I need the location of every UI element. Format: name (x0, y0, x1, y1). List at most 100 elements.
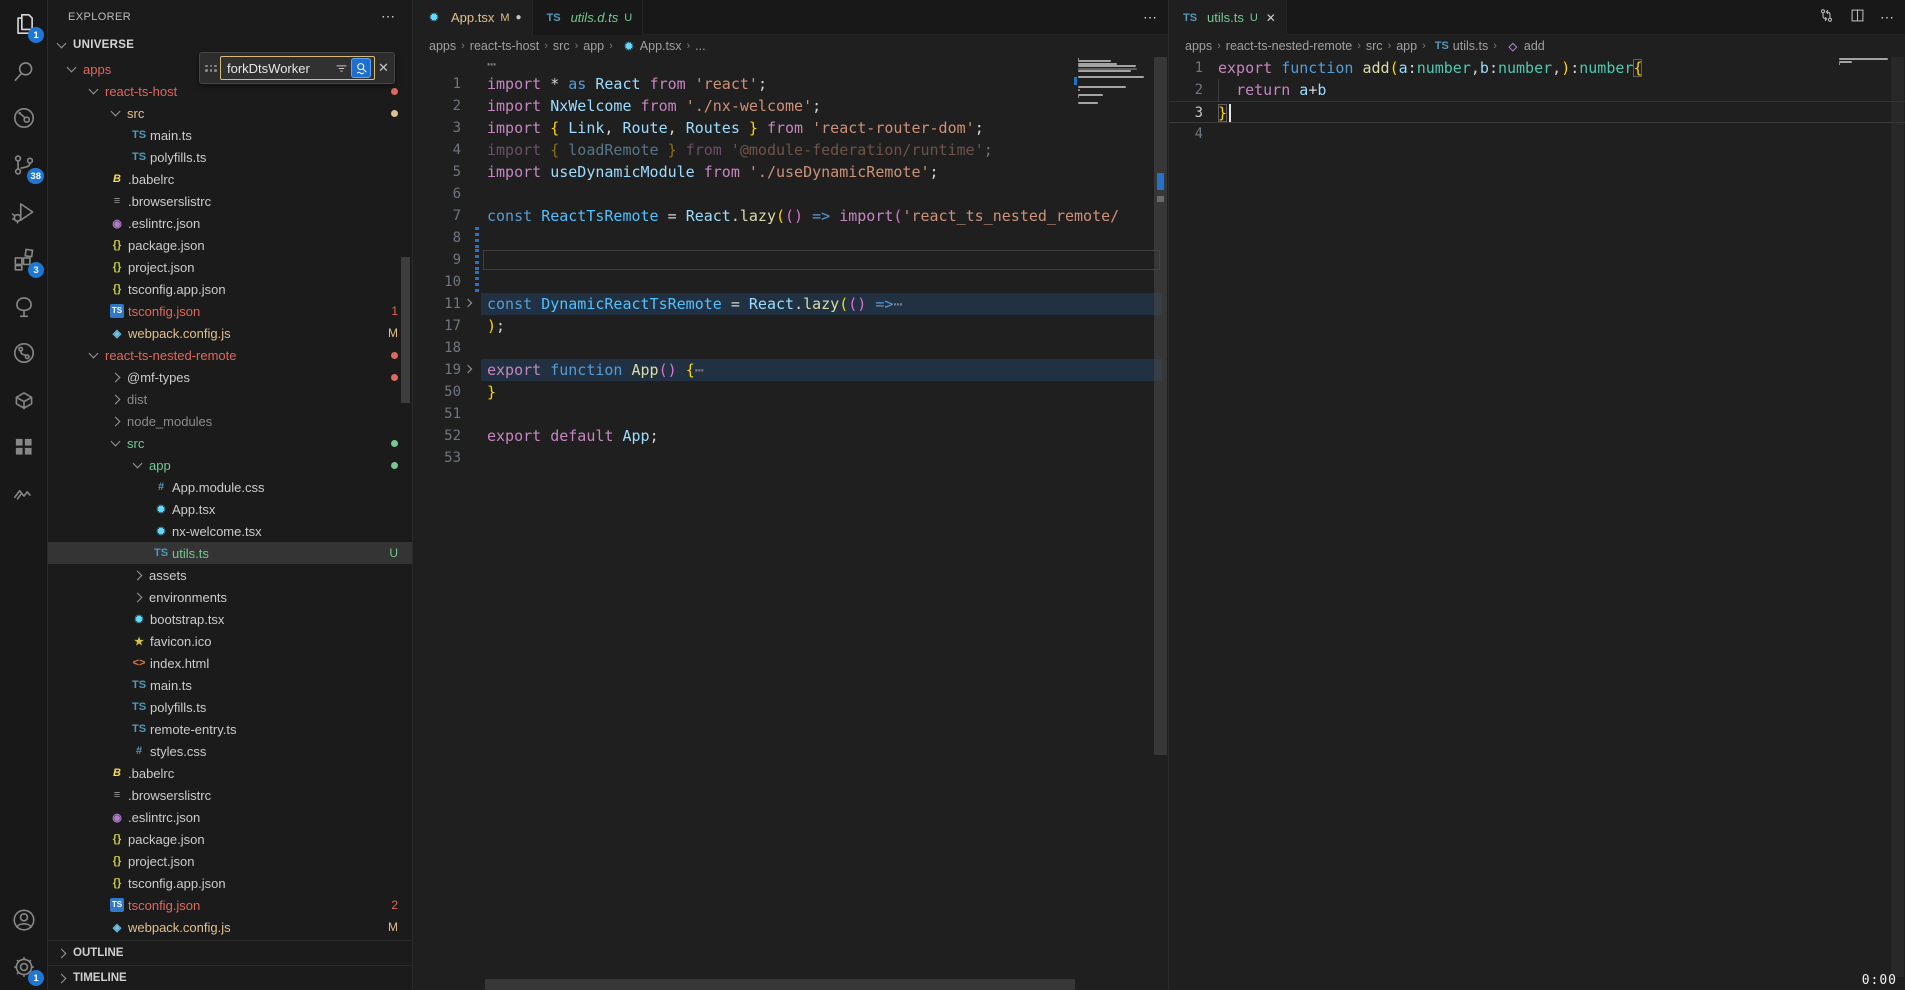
activity-run-debug-icon[interactable] (0, 188, 48, 235)
sidebar-scrollbar[interactable] (401, 257, 410, 403)
recording-timer: 0:00 (1862, 973, 1897, 988)
tree-file-App.tsx[interactable]: ✹App.tsx (48, 498, 412, 520)
activity-git-graph-icon[interactable] (0, 329, 48, 376)
code-line-4: 4import { loadRemote } from '@module-fed… (413, 139, 1168, 161)
section-outline[interactable]: OUTLINE (48, 940, 412, 965)
activity-grid-tool-icon[interactable] (0, 423, 48, 470)
tree-file-.eslintrc.json[interactable]: ◉.eslintrc.json (48, 806, 412, 828)
tree-item-label: tsconfig.json (128, 898, 200, 913)
tab-utils.ts[interactable]: TSutils.tsU✕ (1169, 0, 1287, 35)
breadcrumb-item-react-ts-host[interactable]: react-ts-host (470, 39, 539, 53)
tab-App.tsx[interactable]: ✹App.tsxM● (413, 0, 533, 35)
tree-file-main.ts[interactable]: TSmain.ts (48, 124, 412, 146)
tree-folder-src[interactable]: src (48, 102, 412, 124)
chevron-right-icon (133, 570, 143, 580)
tree-file-index.html[interactable]: <>index.html (48, 652, 412, 674)
tree-folder-environments[interactable]: environments (48, 586, 412, 608)
tree-find-box (220, 56, 375, 80)
activity-cube-tool-icon[interactable] (0, 376, 48, 423)
code-editor-utils-ts[interactable]: 1export function add(a:number,b:number,)… (1169, 57, 1905, 990)
tree-file-tsconfig.app.json[interactable]: {}tsconfig.app.json (48, 278, 412, 300)
breadcrumb[interactable]: apps›react-ts-host›src›app›✹App.tsx›... (413, 35, 1168, 57)
tree-find-input[interactable] (227, 61, 331, 76)
breadcrumb-item-src[interactable]: src (1366, 39, 1383, 53)
tree-file-bootstrap.tsx[interactable]: ✹bootstrap.tsx (48, 608, 412, 630)
vertical-scrollbar[interactable] (1891, 57, 1904, 977)
tree-file-webpack.config.js[interactable]: ◈webpack.config.jsM (48, 916, 412, 938)
tree-file-tsconfig.json[interactable]: TStsconfig.json1 (48, 300, 412, 322)
tree-folder-@mf-types[interactable]: @mf-types (48, 366, 412, 388)
breadcrumb-separator: › (461, 40, 465, 52)
breadcrumb-item-app[interactable]: app (1396, 39, 1417, 53)
tree-file-.browserslistrc[interactable]: ≡.browserslistrc (48, 190, 412, 212)
drag-grip-icon[interactable] (204, 65, 218, 72)
tree-file-tsconfig.app.json[interactable]: {}tsconfig.app.json (48, 872, 412, 894)
tree-file-.browserslistrc[interactable]: ≡.browserslistrc (48, 784, 412, 806)
tree-item-label: polyfills.ts (150, 700, 206, 715)
activity-squiggle-tool-icon[interactable] (0, 470, 48, 517)
tree-folder-src[interactable]: src (48, 432, 412, 454)
tree-file-main.ts[interactable]: TSmain.ts (48, 674, 412, 696)
tree-folder-app[interactable]: app (48, 454, 412, 476)
tab-utils.d.ts[interactable]: TSutils.d.tsU (533, 0, 644, 35)
editor-more-actions-icon[interactable]: ⋯ (1880, 9, 1895, 26)
activity-explorer-icon[interactable]: 1 (0, 0, 48, 47)
tree-folder-assets[interactable]: assets (48, 564, 412, 586)
breadcrumb-item-...[interactable]: ... (695, 39, 705, 53)
tree-file-App.module.css[interactable]: #App.module.css (48, 476, 412, 498)
tree-file-favicon.ico[interactable]: ★favicon.ico (48, 630, 412, 652)
activity-accounts-icon[interactable] (0, 896, 48, 943)
tree-file-.eslintrc.json[interactable]: ◉.eslintrc.json (48, 212, 412, 234)
tab-bar-left: ✹App.tsxM●TSutils.d.tsU ⋯ (413, 0, 1168, 35)
tree-folder-dist[interactable]: dist (48, 388, 412, 410)
breadcrumb-item-utils.ts[interactable]: TSutils.ts (1431, 39, 1488, 53)
close-icon[interactable]: ✕ (378, 60, 390, 76)
split-editor-icon[interactable] (1849, 7, 1866, 29)
dirty-indicator-icon[interactable]: ● (516, 12, 522, 23)
activity-circle-tool-icon[interactable] (0, 94, 48, 141)
fold-chevron-icon[interactable] (464, 299, 472, 307)
breadcrumb-item-App.tsx[interactable]: ✹App.tsx (618, 39, 682, 53)
breadcrumb[interactable]: apps›react-ts-nested-remote›src›app›TSut… (1169, 35, 1905, 57)
tree-file-remote-entry.ts[interactable]: TSremote-entry.ts (48, 718, 412, 740)
breadcrumb-item-react-ts-nested-remote[interactable]: react-ts-nested-remote (1226, 39, 1352, 53)
breadcrumb-item-apps[interactable]: apps (429, 39, 456, 53)
breadcrumb-item-src[interactable]: src (553, 39, 570, 53)
tree-file-tsconfig.json[interactable]: TStsconfig.json2 (48, 894, 412, 916)
section-timeline[interactable]: TIMELINE (48, 965, 412, 990)
code-line-7: 7const ReactTsRemote = React.lazy(() => … (413, 205, 1168, 227)
tree-folder-node_modules[interactable]: node_modules (48, 410, 412, 432)
tree-file-nx-welcome.tsx[interactable]: ✹nx-welcome.tsx (48, 520, 412, 542)
tree-file-styles.css[interactable]: #styles.css (48, 740, 412, 762)
tree-file-package.json[interactable]: {}package.json (48, 234, 412, 256)
activity-tree-view-icon[interactable] (0, 282, 48, 329)
tree-folder-react-ts-nested-remote[interactable]: react-ts-nested-remote (48, 344, 412, 366)
tree-file-utils.ts[interactable]: TSutils.tsU (48, 542, 412, 564)
code-editor-app-tsx[interactable]: ⋯1import * as React from 'react';2import… (413, 57, 1168, 990)
fold-chevron-icon[interactable] (464, 365, 472, 373)
tree-file-project.json[interactable]: {}project.json (48, 256, 412, 278)
breadcrumb-item-app[interactable]: app (583, 39, 604, 53)
activity-search-icon[interactable] (0, 47, 48, 94)
activity-source-control-icon[interactable]: 38 (0, 141, 48, 188)
filter-icon[interactable] (331, 58, 351, 78)
tree-file-.babelrc[interactable]: B.babelrc (48, 762, 412, 784)
horizontal-scrollbar[interactable] (485, 979, 1075, 990)
activity-settings-icon[interactable]: 1 (0, 943, 48, 990)
tree-file-project.json[interactable]: {}project.json (48, 850, 412, 872)
breadcrumb-item-apps[interactable]: apps (1185, 39, 1212, 53)
editor-more-actions-icon[interactable]: ⋯ (1143, 9, 1158, 26)
breadcrumb-item-add[interactable]: ◇add (1502, 39, 1545, 53)
tree-file-package.json[interactable]: {}package.json (48, 828, 412, 850)
tree-file-polyfills.ts[interactable]: TSpolyfills.ts (48, 146, 412, 168)
fuzzy-search-icon[interactable] (351, 58, 371, 78)
vertical-scrollbar[interactable] (1154, 57, 1167, 755)
tree-file-.babelrc[interactable]: B.babelrc (48, 168, 412, 190)
compare-changes-icon[interactable] (1818, 7, 1835, 29)
eslint-file-icon: ◉ (106, 217, 128, 230)
activity-extensions-icon[interactable]: 3 (0, 235, 48, 282)
explorer-more-actions-icon[interactable]: ⋯ (381, 8, 396, 25)
tree-file-polyfills.ts[interactable]: TSpolyfills.ts (48, 696, 412, 718)
close-tab-icon[interactable]: ✕ (1266, 11, 1276, 25)
tree-file-webpack.config.js[interactable]: ◈webpack.config.jsM (48, 322, 412, 344)
